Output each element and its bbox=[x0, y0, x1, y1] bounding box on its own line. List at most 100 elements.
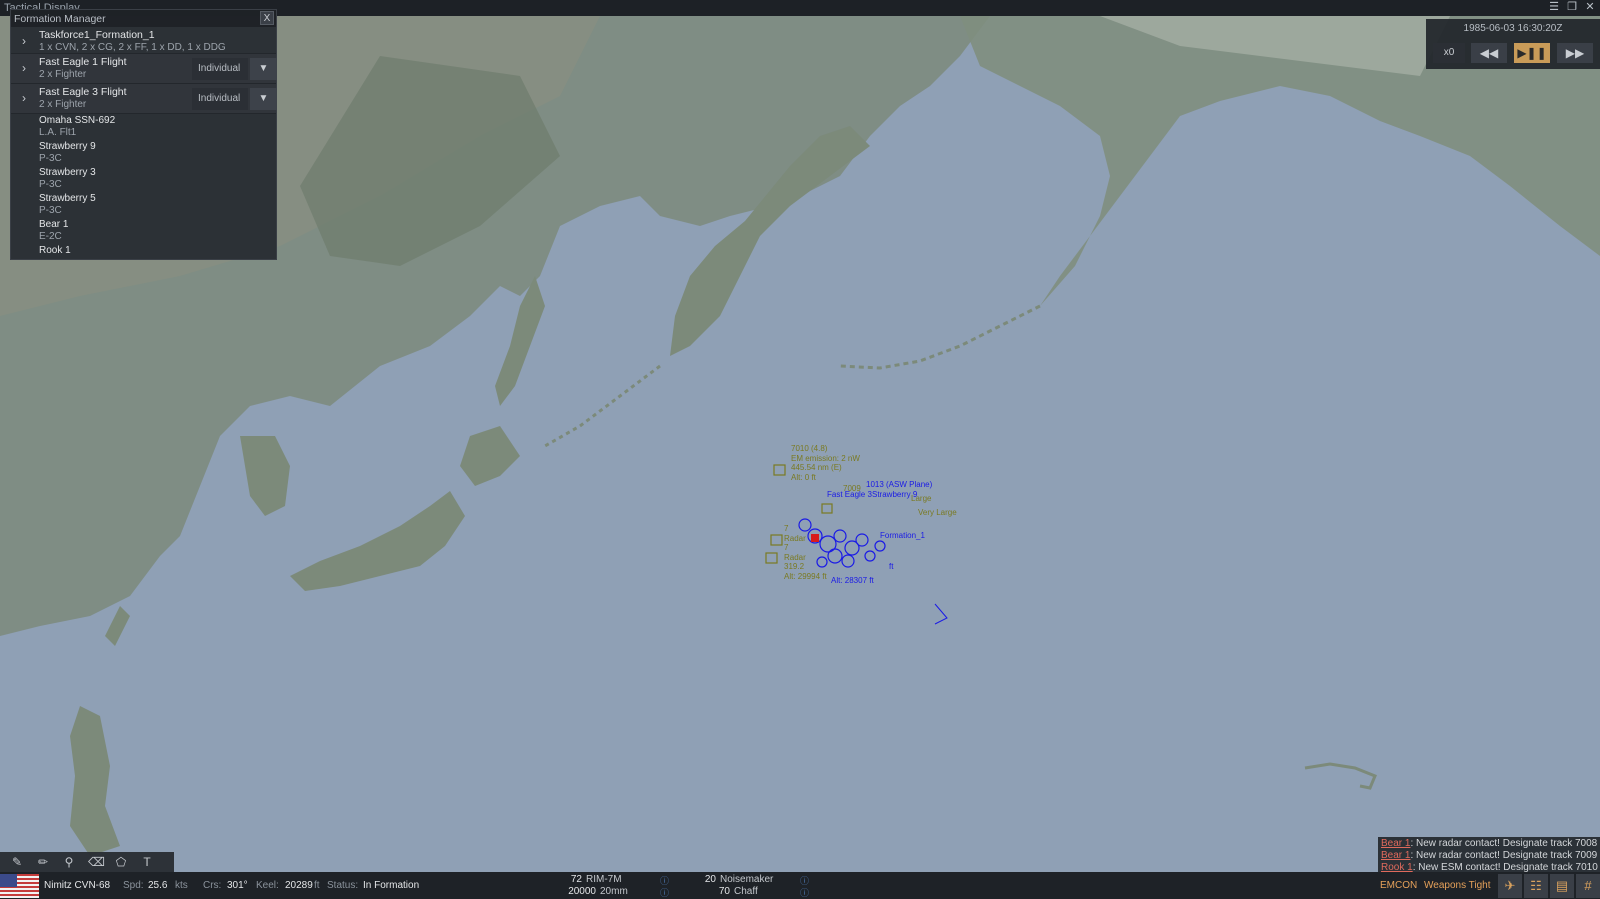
unit-name: Strawberry 3 bbox=[39, 167, 96, 178]
kuril-islands bbox=[544, 364, 661, 448]
message-sender-link[interactable]: Bear 1 bbox=[1381, 838, 1410, 849]
weapon-name: 20mm bbox=[600, 886, 628, 897]
group-detail: 2 x Fighter bbox=[39, 69, 87, 80]
hamburger-icon[interactable]: ☰ bbox=[1548, 1, 1560, 14]
unit-type: P-3C bbox=[39, 153, 62, 164]
unit-list-item[interactable]: Strawberry 3 P-3C bbox=[11, 166, 276, 192]
size-large-label: Large bbox=[911, 494, 932, 503]
unit-list-item[interactable]: Rook 1 bbox=[11, 244, 276, 256]
weapon-qty: 72 bbox=[570, 874, 582, 885]
unit-type: E-2C bbox=[39, 231, 62, 242]
chevron-right-icon[interactable]: › bbox=[22, 91, 26, 105]
group-name: Taskforce1_Formation_1 bbox=[39, 29, 155, 41]
group-mode-select[interactable]: Individual bbox=[192, 58, 248, 80]
keel-label: Keel: bbox=[256, 880, 279, 891]
weapon-entry[interactable]: 70 Chaff ⓘ bbox=[690, 886, 809, 898]
weapon-entry[interactable]: 20 Noisemaker ⓘ bbox=[676, 874, 809, 886]
weapon-qty: 20000 bbox=[568, 886, 596, 897]
unit-list-item[interactable]: Strawberry 5 P-3C bbox=[11, 192, 276, 218]
rewind-icon[interactable]: ◀◀ bbox=[1471, 43, 1507, 63]
message-line: Bear 1: New radar contact! Designate tra… bbox=[1381, 838, 1598, 849]
message-sender-link[interactable]: Bear 1 bbox=[1381, 850, 1410, 861]
status-icon-group: ✈ ☷ ▤ # bbox=[1498, 874, 1600, 898]
text-icon[interactable]: T bbox=[140, 855, 154, 869]
tactical-display-window: Tactical Display ☰ ❐ ✕ 7010 (4.8) EM emi… bbox=[0, 0, 1600, 899]
close-icon[interactable]: ✕ bbox=[1584, 1, 1596, 14]
sim-datetime: 1985-06-03 16:30:20Z bbox=[1463, 23, 1563, 34]
speed-label: Spd: bbox=[123, 880, 144, 891]
pencil-icon[interactable]: ✏ bbox=[36, 855, 50, 869]
unit-type: P-3C bbox=[39, 205, 62, 216]
size-very-large-label: Very Large bbox=[918, 508, 957, 517]
track-7010-label[interactable]: 7010 (4.8) EM emission: 2 nW 445.54 nm (… bbox=[791, 444, 860, 482]
group-mode-select[interactable]: Individual bbox=[192, 88, 248, 110]
weapon-qty: 70 bbox=[718, 886, 730, 897]
chevron-right-icon[interactable]: › bbox=[22, 34, 26, 48]
unit-list-item[interactable]: Strawberry 9 P-3C bbox=[11, 140, 276, 166]
unit-name: Strawberry 9 bbox=[39, 141, 96, 152]
weapon-name: RIM-7M bbox=[586, 874, 622, 885]
landmass-taiwan bbox=[105, 606, 130, 646]
unit-list-item[interactable]: Omaha SSN-692 L.A. Flt1 bbox=[11, 114, 276, 140]
weapon-entry[interactable]: 72 RIM-7M ⓘ bbox=[542, 874, 669, 886]
landmass-hawaii bbox=[1304, 762, 1377, 790]
grid-icon[interactable]: # bbox=[1576, 874, 1600, 898]
landmass-korea bbox=[240, 436, 290, 516]
formation-manager-title: Formation Manager bbox=[14, 13, 106, 25]
unit-status-bar: Nimitz CVN-68 Spd: 25.6 kts Crs: 301° Ke… bbox=[0, 872, 1600, 899]
cluster-left-labels: 7 Radar 7 Radar 319.2 Alt: 29994 ft bbox=[784, 524, 827, 581]
chevron-right-icon[interactable]: › bbox=[22, 61, 26, 75]
ruler-icon[interactable]: ✎ bbox=[10, 855, 24, 869]
formation-manager-close-button[interactable]: X bbox=[260, 11, 274, 25]
weapons-state-button[interactable]: Weapons Tight bbox=[1424, 880, 1491, 891]
formation-label[interactable]: Formation_1 bbox=[880, 531, 925, 540]
unit-name: Rook 1 bbox=[39, 245, 71, 256]
unit-type: L.A. Flt1 bbox=[39, 127, 77, 138]
restore-icon[interactable]: ❐ bbox=[1566, 1, 1578, 14]
weapon-name: Noisemaker bbox=[720, 874, 774, 885]
group-name: Fast Eagle 1 Flight bbox=[39, 56, 127, 68]
mission-editor-icon[interactable]: ☷ bbox=[1524, 874, 1548, 898]
drawing-toolbar: ✎ ✏ ⚲ ⌫ ⬠ T bbox=[0, 852, 174, 872]
status-label: Status: bbox=[327, 880, 359, 891]
message-log: Bear 1: New radar contact! Designate tra… bbox=[1378, 837, 1600, 874]
pin-icon[interactable]: ⚲ bbox=[62, 855, 76, 869]
aircraft-icon[interactable]: ✈ bbox=[1498, 874, 1522, 898]
alt-blue-label-2: ft bbox=[889, 562, 894, 571]
unit-name: Bear 1 bbox=[39, 219, 69, 230]
formation-manager-header[interactable]: Formation Manager X bbox=[11, 10, 276, 27]
course-label: Crs: bbox=[203, 880, 222, 891]
course-value: 301° bbox=[227, 880, 248, 891]
chevron-down-icon[interactable]: ▼ bbox=[250, 58, 277, 80]
group-name: Fast Eagle 3 Flight bbox=[39, 86, 127, 98]
formation-manager-panel: Formation Manager X › Taskforce1_Formati… bbox=[10, 9, 277, 260]
magazine-icon[interactable]: ▤ bbox=[1550, 874, 1574, 898]
weapon-name: Chaff bbox=[734, 886, 758, 897]
info-icon[interactable]: ⓘ bbox=[660, 886, 669, 899]
info-icon[interactable]: ⓘ bbox=[800, 886, 809, 899]
keel-value: 20289 bbox=[285, 880, 313, 891]
alt-blue-label: Alt: 28307 ft bbox=[831, 576, 874, 585]
play-pause-icon[interactable]: ▶❚❚ bbox=[1514, 43, 1550, 63]
emcon-button[interactable]: EMCON bbox=[1380, 880, 1417, 891]
status-value: In Formation bbox=[363, 880, 420, 891]
landmass-hokkaido bbox=[460, 426, 520, 486]
eraser-icon[interactable]: ⌫ bbox=[88, 855, 105, 869]
chevron-down-icon[interactable]: ▼ bbox=[250, 88, 277, 110]
landmass-japan bbox=[290, 491, 465, 591]
weapon-qty: 20 bbox=[704, 874, 716, 885]
fast-eagle-label[interactable]: Fast Eagle 3 bbox=[827, 490, 872, 499]
selected-unit-name[interactable]: Nimitz CVN-68 bbox=[44, 880, 110, 891]
formation-group-row[interactable]: › Fast Eagle 1 Flight 2 x Fighter Indivi… bbox=[11, 54, 277, 84]
unit-list-item[interactable]: Bear 1 E-2C bbox=[11, 218, 276, 244]
formation-group-row[interactable]: › Taskforce1_Formation_1 1 x CVN, 2 x CG… bbox=[11, 27, 276, 54]
fast-forward-icon[interactable]: ▶▶ bbox=[1557, 43, 1593, 63]
polygon-icon[interactable]: ⬠ bbox=[114, 855, 128, 869]
unit-type: P-3C bbox=[39, 179, 62, 190]
speed-unit: kts bbox=[175, 880, 188, 891]
unit-name: Strawberry 5 bbox=[39, 193, 96, 204]
weapon-entry[interactable]: 20000 20mm ⓘ bbox=[556, 886, 696, 899]
time-compression[interactable]: x0 bbox=[1433, 43, 1465, 63]
formation-group-row[interactable]: › Fast Eagle 3 Flight 2 x Fighter Indivi… bbox=[11, 84, 277, 114]
asw-plane-label[interactable]: 1013 (ASW Plane) bbox=[866, 480, 932, 489]
